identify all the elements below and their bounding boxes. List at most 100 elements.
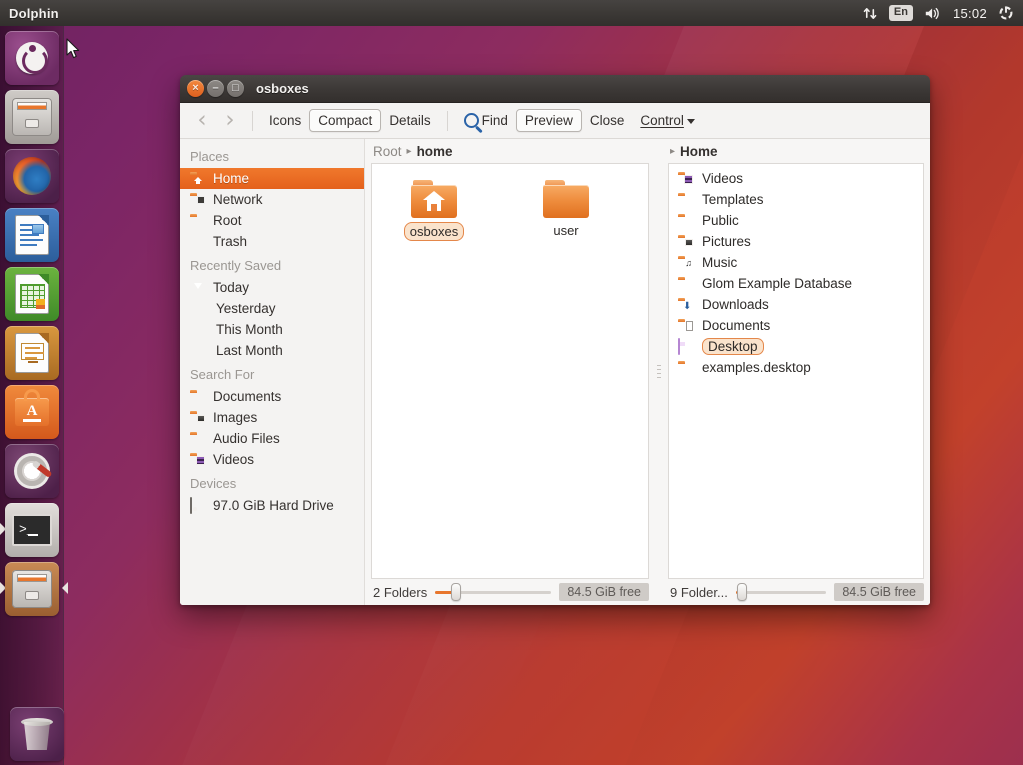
sidebar-header-devices: Devices <box>190 476 237 491</box>
sidebar-header-recently-saved: Recently Saved <box>190 258 282 273</box>
folder-icon <box>190 431 206 447</box>
launcher-item-ubuntu-dash[interactable] <box>5 31 59 85</box>
breadcrumb-current[interactable]: Home <box>680 144 718 159</box>
sidebar-item-hard-drive[interactable]: 97.0 GiB Hard Drive <box>180 495 364 516</box>
network-transfer-icon[interactable] <box>863 0 878 26</box>
preview-button[interactable]: Preview <box>515 109 582 132</box>
launcher-item-firefox[interactable] <box>5 149 59 203</box>
sidebar-item-label: Documents <box>213 389 282 404</box>
maximize-window-button[interactable]: □ <box>227 80 244 97</box>
sidebar-item-network[interactable]: Network <box>180 189 364 210</box>
file-item-user[interactable]: user <box>530 180 602 241</box>
file-item-osboxes[interactable]: osboxes <box>398 180 470 241</box>
list-item[interactable]: Videos <box>669 168 923 189</box>
list-item[interactable]: Pictures <box>669 231 923 252</box>
list-item[interactable]: ⬇ Downloads <box>669 294 923 315</box>
clock[interactable]: 15:02 <box>953 0 987 26</box>
panel-app-title[interactable]: Dolphin <box>9 6 59 21</box>
sidebar-item-yesterday[interactable]: Yesterday <box>180 298 364 319</box>
sidebar-item-last-month[interactable]: Last Month <box>180 340 364 361</box>
hard-drive-icon <box>190 496 206 514</box>
list-item-label: Documents <box>702 318 771 333</box>
sidebar-item-home[interactable]: Home <box>180 168 364 189</box>
sidebar-item-root[interactable]: Root <box>180 210 364 231</box>
desktop-icon <box>678 337 694 355</box>
keyboard-layout-label: En <box>888 5 913 21</box>
back-button[interactable]: ‹ <box>188 109 216 132</box>
documents-folder-icon <box>678 318 694 334</box>
zoom-slider-handle[interactable] <box>736 583 747 601</box>
control-menu-button[interactable]: Control <box>632 110 703 131</box>
close-panel-button[interactable]: Close <box>582 110 633 131</box>
launcher-item-ubuntu-software-center[interactable]: A <box>5 385 59 439</box>
list-item-label: Music <box>702 255 738 270</box>
sidebar-item-label: Last Month <box>216 343 283 358</box>
compact-list-view: Videos Templates Public Pictures ♫ Music… <box>669 164 923 378</box>
list-item-label: Desktop <box>702 338 764 355</box>
dolphin-file-manager-icon <box>12 570 52 608</box>
launcher-item-trash[interactable] <box>10 707 64 761</box>
left-file-view[interactable]: osboxes user <box>371 163 649 579</box>
list-item[interactable]: ♫ Music <box>669 252 923 273</box>
launcher-item-terminal[interactable]: >_ <box>0 503 59 557</box>
launcher-item-dolphin[interactable] <box>0 562 68 616</box>
list-item[interactable]: Public <box>669 210 923 231</box>
right-file-view[interactable]: Videos Templates Public Pictures ♫ Music… <box>668 163 924 579</box>
view-mode-compact-button[interactable]: Compact <box>309 109 382 132</box>
breadcrumb[interactable]: Root ▸ home <box>365 139 655 163</box>
sidebar-item-label: Trash <box>213 234 248 249</box>
close-window-button[interactable]: × <box>187 80 204 97</box>
sidebar-item-today[interactable]: Today <box>180 277 364 298</box>
list-item[interactable]: Documents <box>669 315 923 336</box>
launcher-item-libreoffice-writer[interactable] <box>5 208 59 262</box>
list-item[interactable]: Templates <box>669 189 923 210</box>
forward-button[interactable]: › <box>216 109 244 132</box>
find-button[interactable]: Find <box>456 110 516 131</box>
find-label: Find <box>481 113 508 128</box>
videos-folder-icon <box>190 452 206 468</box>
left-statusbar: 2 Folders 84.5 GiB free <box>365 579 655 605</box>
maximize-icon: □ <box>232 82 239 94</box>
zoom-slider[interactable] <box>735 583 827 601</box>
list-item[interactable]: examples.desktop <box>669 357 923 378</box>
launcher-item-system-settings[interactable] <box>5 444 59 498</box>
network-folder-icon <box>190 192 206 208</box>
pane-splitter[interactable] <box>655 139 662 605</box>
folder-icon <box>190 213 206 229</box>
keyboard-layout-indicator[interactable]: En <box>888 0 913 26</box>
sidebar-item-label: 97.0 GiB Hard Drive <box>213 498 334 513</box>
list-item[interactable]: Desktop <box>669 336 923 357</box>
volume-icon[interactable] <box>924 0 942 26</box>
launcher-item-libreoffice-calc[interactable] <box>5 267 59 321</box>
launcher-item-libreoffice-impress[interactable] <box>5 326 59 380</box>
folder-icon <box>678 213 694 229</box>
breadcrumb-root[interactable]: Root <box>373 144 402 159</box>
minimize-icon: – <box>212 82 219 94</box>
system-power-gear-icon[interactable] <box>998 0 1014 26</box>
zoom-slider[interactable] <box>435 583 552 601</box>
breadcrumb-current[interactable]: home <box>417 144 453 159</box>
sidebar-header-places: Places <box>190 149 230 164</box>
zoom-slider-handle[interactable] <box>451 583 462 601</box>
downloads-folder-icon: ⬇ <box>678 297 694 313</box>
launcher-item-files[interactable] <box>5 90 59 144</box>
ubuntu-logo-icon <box>16 42 48 74</box>
window-titlebar[interactable]: × – □ osboxes <box>180 75 930 103</box>
minimize-window-button[interactable]: – <box>207 80 224 97</box>
sidebar-item-trash[interactable]: Trash <box>180 231 364 252</box>
view-mode-details-button[interactable]: Details <box>381 110 438 131</box>
view-mode-icons-button[interactable]: Icons <box>261 110 309 131</box>
sidebar-item-this-month[interactable]: This Month <box>180 319 364 340</box>
file-item-label: osboxes <box>403 222 465 241</box>
file-cabinet-icon <box>12 98 52 136</box>
mouse-cursor <box>66 38 81 65</box>
list-item[interactable]: Glom Example Database <box>669 273 923 294</box>
calc-spreadsheet-icon <box>15 274 49 314</box>
sidebar-item-videos[interactable]: Videos <box>180 449 364 470</box>
toolbar-separator <box>446 110 448 131</box>
sidebar-item-images[interactable]: Images <box>180 407 364 428</box>
breadcrumb[interactable]: ▸ Home <box>662 139 930 163</box>
sidebar-item-documents[interactable]: Documents <box>180 386 364 407</box>
impress-presentation-icon <box>15 333 49 373</box>
sidebar-item-audio-files[interactable]: Audio Files <box>180 428 364 449</box>
